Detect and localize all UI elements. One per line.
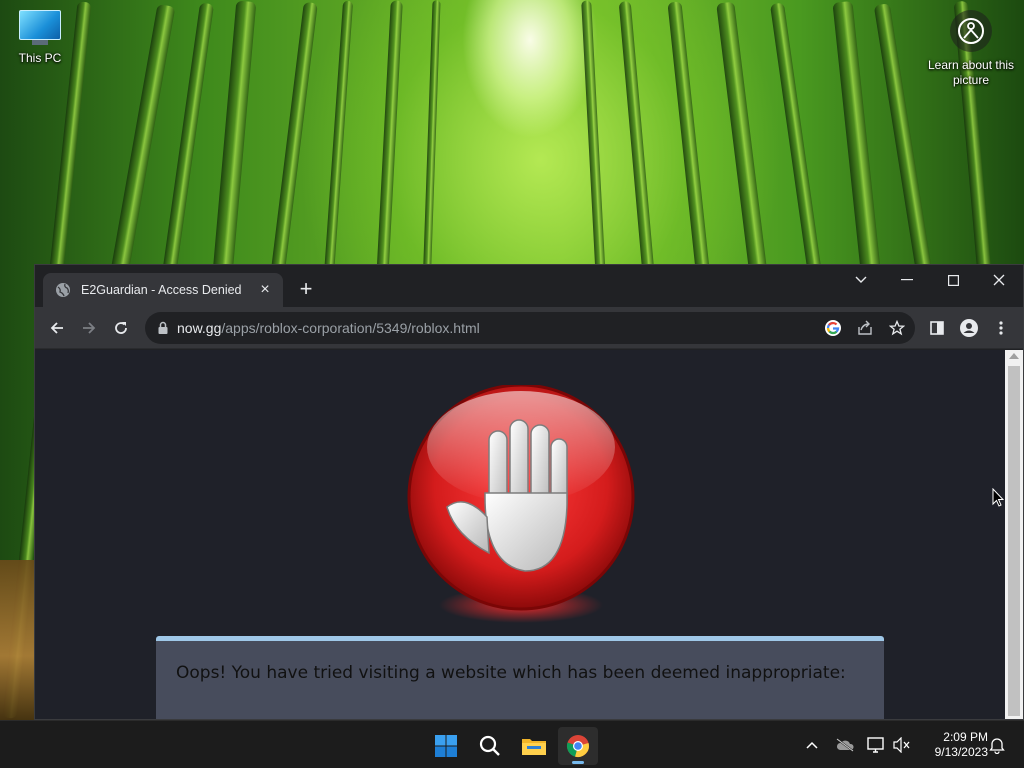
browser-tab[interactable]: E2Guardian - Access Denied × xyxy=(43,273,283,307)
bookmark-star-icon[interactable] xyxy=(885,316,909,340)
tab-title: E2Guardian - Access Denied xyxy=(81,283,242,297)
tab-close-button[interactable]: × xyxy=(257,281,273,299)
forward-icon[interactable] xyxy=(77,316,101,340)
tab-search-icon[interactable] xyxy=(838,265,884,295)
chrome-icon[interactable] xyxy=(558,727,598,765)
blocked-message: Oops! You have tried visiting a website … xyxy=(176,663,846,683)
desktop-icon-label: This PC xyxy=(18,51,62,65)
url-host: now.gg xyxy=(177,320,222,336)
notification-icon[interactable] xyxy=(985,733,1009,757)
maximize-icon[interactable] xyxy=(930,265,976,295)
clock-date: 9/13/2023 xyxy=(934,745,988,759)
menu-icon[interactable] xyxy=(989,316,1013,340)
page-content: Oops! You have tried visiting a website … xyxy=(35,350,1005,719)
url-text: now.gg/apps/roblox-corporation/5349/robl… xyxy=(177,320,480,336)
start-icon[interactable] xyxy=(426,727,466,765)
onedrive-icon[interactable] xyxy=(833,733,857,757)
globe-icon xyxy=(55,282,71,298)
minimize-icon[interactable] xyxy=(884,265,930,295)
learn-about-picture[interactable]: Learn about this picture xyxy=(926,10,1016,88)
side-panel-icon[interactable] xyxy=(925,316,949,340)
lock-icon[interactable] xyxy=(155,320,171,336)
volume-muted-icon[interactable] xyxy=(890,733,914,757)
address-bar[interactable]: now.gg/apps/roblox-corporation/5349/robl… xyxy=(145,312,915,344)
search-icon[interactable] xyxy=(470,727,510,765)
scroll-up-icon[interactable] xyxy=(1009,353,1019,359)
network-icon[interactable] xyxy=(864,733,888,757)
blocked-notice: Oops! You have tried visiting a website … xyxy=(156,636,884,719)
back-icon[interactable] xyxy=(45,316,69,340)
mouse-cursor-icon xyxy=(992,488,1004,507)
clock-time: 2:09 PM xyxy=(943,730,988,744)
share-icon[interactable] xyxy=(853,316,877,340)
profile-icon[interactable] xyxy=(957,316,981,340)
chevron-up-icon[interactable] xyxy=(800,733,824,757)
learn-about-label: Learn about this picture xyxy=(927,58,1015,87)
reload-icon[interactable] xyxy=(109,316,133,340)
taskbar: 2:09 PM 9/13/2023 xyxy=(0,720,1024,768)
stop-hand-icon xyxy=(407,385,635,623)
scroll-thumb[interactable] xyxy=(1008,366,1020,716)
tab-strip: E2Guardian - Access Denied × + xyxy=(35,265,1023,307)
browser-toolbar: now.gg/apps/roblox-corporation/5349/robl… xyxy=(35,307,1023,349)
desktop-icon-this-pc[interactable]: This PC xyxy=(12,10,68,65)
clock[interactable]: 2:09 PM 9/13/2023 xyxy=(918,730,988,760)
close-icon[interactable] xyxy=(976,265,1022,295)
file-explorer-icon[interactable] xyxy=(514,727,554,765)
new-tab-button[interactable]: + xyxy=(293,277,319,303)
page-scrollbar[interactable] xyxy=(1005,350,1023,719)
google-icon[interactable] xyxy=(821,316,845,340)
url-path: /apps/roblox-corporation/5349/roblox.htm… xyxy=(221,320,480,336)
browser-window: E2Guardian - Access Denied × + now.gg/ap… xyxy=(34,264,1024,720)
learn-picture-icon xyxy=(950,10,992,52)
computer-icon xyxy=(12,10,68,45)
